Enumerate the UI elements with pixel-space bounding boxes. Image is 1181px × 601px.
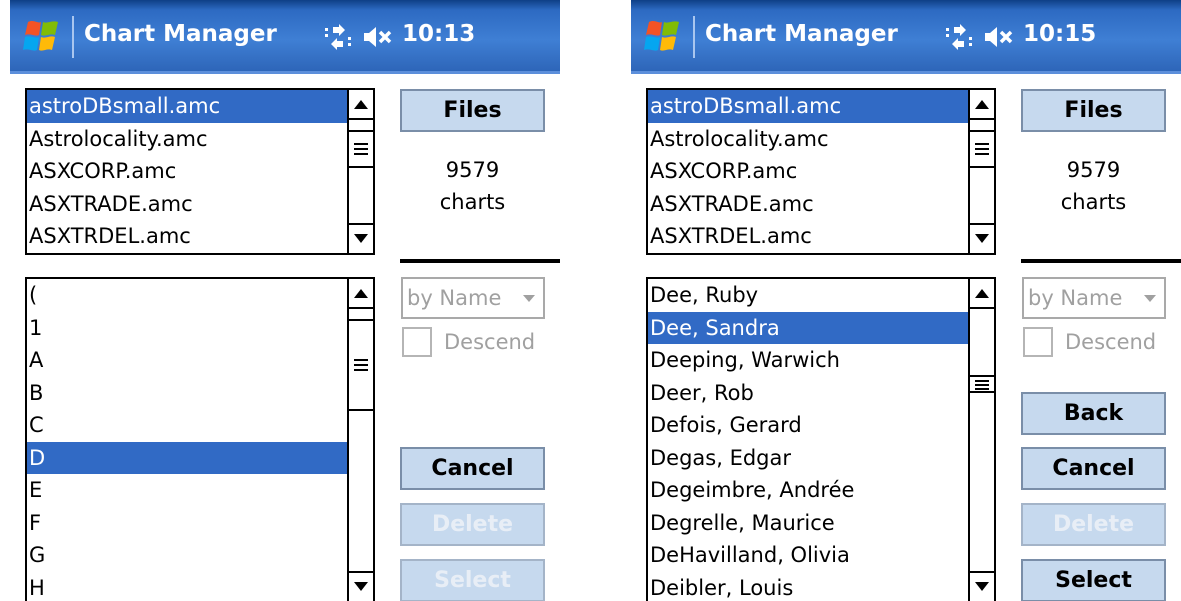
scroll-up-arrow-icon[interactable]	[349, 90, 373, 120]
sort-dropdown-value: by Name	[407, 286, 502, 310]
names-listbox[interactable]: ( 1 A B C D E F G H	[25, 277, 375, 601]
divider	[400, 259, 560, 263]
clock[interactable]: 10:15	[1023, 21, 1096, 47]
files-listbox[interactable]: astroDBsmall.amc Astrolocality.amc ASXCO…	[25, 88, 375, 255]
names-scrollbar[interactable]	[968, 279, 994, 601]
list-item[interactable]: ASXTRADE.amc	[27, 188, 347, 221]
dropdown-arrow-icon	[523, 295, 535, 302]
chart-count: 9579	[445, 158, 500, 182]
scroll-thumb[interactable]	[349, 130, 373, 168]
descend-checkbox[interactable]	[1023, 327, 1053, 357]
names-listbox[interactable]: Dee, Ruby Dee, Sandra Deeping, Warwich D…	[646, 277, 996, 601]
names-scrollbar[interactable]	[347, 279, 373, 601]
list-item[interactable]: Deeping, Warwich	[648, 344, 968, 377]
title-separator	[72, 16, 74, 58]
list-item[interactable]: Defois, Gerard	[648, 409, 968, 442]
descend-checkbox[interactable]	[402, 327, 432, 357]
names-list-items: ( 1 A B C D E F G H	[27, 279, 347, 601]
volume-muted-icon[interactable]	[983, 24, 1015, 50]
delete-button[interactable]: Delete	[1021, 503, 1166, 546]
sort-dropdown[interactable]: by Name	[1022, 277, 1166, 319]
list-item[interactable]: A	[27, 344, 347, 377]
list-item[interactable]: 1	[27, 312, 347, 345]
chart-count-label: charts	[439, 190, 506, 214]
files-listbox[interactable]: astroDBsmall.amc Astrolocality.amc ASXCO…	[646, 88, 996, 255]
cancel-button[interactable]: Cancel	[400, 447, 545, 490]
list-item[interactable]: Deibler, Louis	[648, 572, 968, 601]
files-list-items: astroDBsmall.amc Astrolocality.amc ASXCO…	[648, 90, 968, 253]
files-list-items: astroDBsmall.amc Astrolocality.amc ASXCO…	[27, 90, 347, 253]
list-item[interactable]: (	[27, 279, 347, 312]
title-bar: Chart Manager 10:13	[10, 0, 560, 74]
files-scrollbar[interactable]	[968, 90, 994, 253]
divider	[1021, 259, 1181, 263]
title-bar: Chart Manager 10:15	[631, 0, 1181, 74]
list-item[interactable]: F	[27, 507, 347, 540]
chart-manager-screen-2: Chart Manager 10:15 astroDBsmall.amc Ast…	[631, 0, 1181, 601]
chart-count-label: charts	[1060, 190, 1127, 214]
list-item[interactable]: C	[27, 409, 347, 442]
sort-dropdown-value: by Name	[1028, 286, 1123, 310]
scroll-up-arrow-icon[interactable]	[970, 90, 994, 120]
scroll-thumb[interactable]	[970, 130, 994, 168]
app-title: Chart Manager	[84, 21, 277, 47]
windows-start-flag-icon[interactable]	[22, 18, 62, 56]
list-item[interactable]: ASXCORP.amc	[648, 155, 968, 188]
delete-button[interactable]: Delete	[400, 503, 545, 546]
app-title: Chart Manager	[705, 21, 898, 47]
select-button[interactable]: Select	[400, 559, 545, 601]
chart-count: 9579	[1066, 158, 1121, 182]
list-item[interactable]: D	[27, 441, 347, 474]
list-item[interactable]: Degeimbre, Andrée	[648, 474, 968, 507]
cancel-button[interactable]: Cancel	[1021, 447, 1166, 490]
connectivity-icon[interactable]	[944, 24, 974, 50]
chart-manager-screen-1: Chart Manager 10:13 astroDBsmall.amc Ast…	[10, 0, 560, 601]
descend-label: Descend	[444, 330, 536, 354]
clock[interactable]: 10:13	[402, 21, 475, 47]
list-item[interactable]: Degrelle, Maurice	[648, 507, 968, 540]
files-scrollbar[interactable]	[347, 90, 373, 253]
list-item[interactable]: Astrolocality.amc	[27, 123, 347, 156]
list-item[interactable]: DeHavilland, Olivia	[648, 539, 968, 572]
list-item[interactable]: ASXTRDEL.amc	[27, 220, 347, 253]
sort-dropdown[interactable]: by Name	[401, 277, 545, 319]
descend-label: Descend	[1065, 330, 1157, 354]
list-item[interactable]: Deer, Rob	[648, 377, 968, 410]
scroll-up-arrow-icon[interactable]	[970, 279, 994, 309]
list-item[interactable]: astroDBsmall.amc	[648, 90, 968, 123]
select-button[interactable]: Select	[1021, 559, 1166, 601]
list-item[interactable]: Dee, Sandra	[648, 311, 968, 344]
list-item[interactable]: ASXTRADE.amc	[648, 188, 968, 221]
list-item[interactable]: E	[27, 474, 347, 507]
list-item[interactable]: H	[27, 572, 347, 601]
scroll-up-arrow-icon[interactable]	[349, 279, 373, 309]
windows-start-flag-icon[interactable]	[643, 18, 683, 56]
connectivity-icon[interactable]	[323, 24, 353, 50]
dropdown-arrow-icon	[1144, 295, 1156, 302]
title-separator	[693, 16, 695, 58]
scroll-down-arrow-icon[interactable]	[349, 571, 373, 601]
volume-muted-icon[interactable]	[362, 24, 394, 50]
scroll-down-arrow-icon[interactable]	[970, 223, 994, 253]
list-item[interactable]: astroDBsmall.amc	[27, 90, 347, 123]
files-button[interactable]: Files	[400, 89, 545, 132]
list-item[interactable]: B	[27, 377, 347, 410]
list-item[interactable]: Dee, Ruby	[648, 279, 968, 312]
names-list-items: Dee, Ruby Dee, Sandra Deeping, Warwich D…	[648, 279, 968, 601]
scroll-down-arrow-icon[interactable]	[349, 223, 373, 253]
list-item[interactable]: G	[27, 539, 347, 572]
list-item[interactable]: Astrolocality.amc	[648, 123, 968, 156]
scroll-down-arrow-icon[interactable]	[970, 571, 994, 601]
scroll-thumb[interactable]	[349, 319, 373, 411]
files-button[interactable]: Files	[1021, 89, 1166, 132]
back-button[interactable]: Back	[1021, 392, 1166, 435]
list-item[interactable]: Degas, Edgar	[648, 442, 968, 475]
list-item[interactable]: ASXTRDEL.amc	[648, 220, 968, 253]
list-item[interactable]: ASXCORP.amc	[27, 155, 347, 188]
scroll-thumb[interactable]	[970, 375, 994, 393]
